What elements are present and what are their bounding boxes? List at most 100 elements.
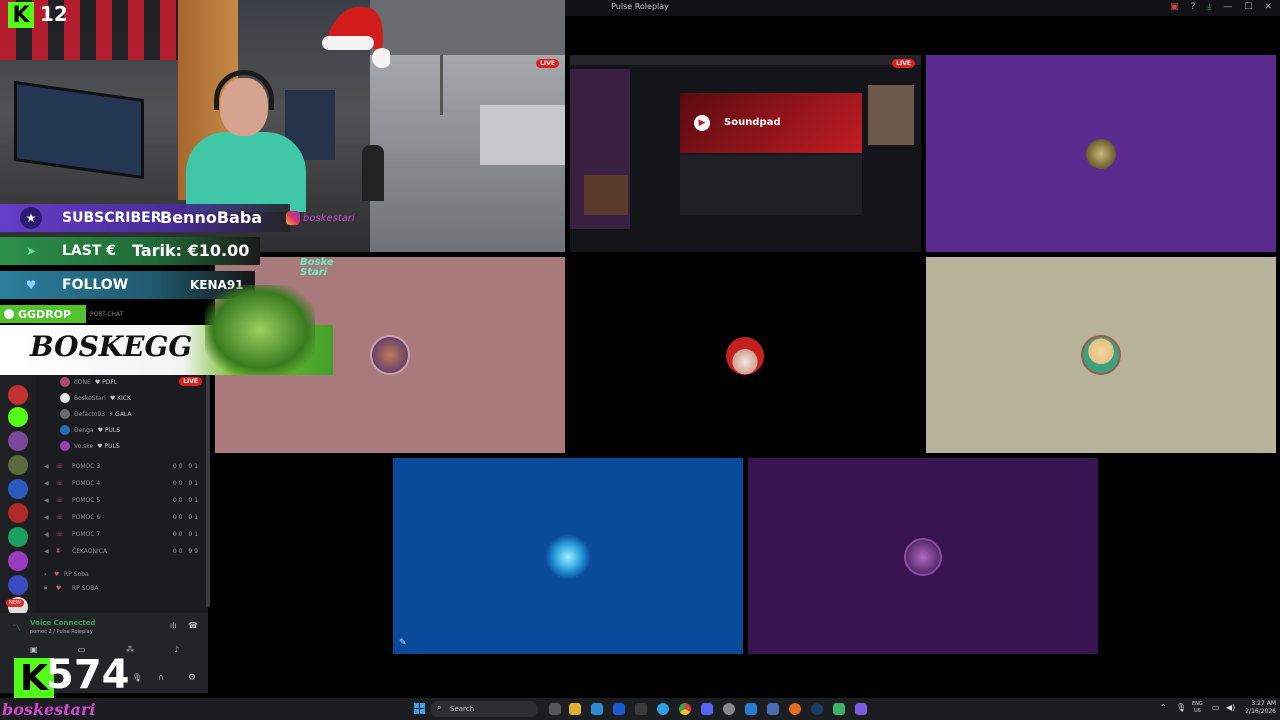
chevron-up-icon[interactable]: ⌃ — [1160, 703, 1167, 712]
windows-taskbar: ⌕ Search ⌃ 🎙︎ ENG US ▭ ◀) 3:27 AM 2/16/2… — [0, 698, 1280, 720]
heart-icon: ♥ — [25, 278, 37, 292]
voice-channel[interactable]: ◀ ☏ POMOC 3 00 01 — [44, 459, 204, 473]
voice-channel[interactable]: ◀ ☏ POMOC 6 00 01 — [44, 510, 204, 524]
participant-tile-6[interactable] — [748, 458, 1098, 654]
voice-location[interactable]: pomoc 2 / Pulse Roleplay — [30, 629, 93, 635]
instagram-icon — [286, 211, 300, 225]
app-icon[interactable] — [767, 703, 779, 715]
participant-tile-5[interactable]: ✎ — [393, 458, 743, 654]
close-button[interactable]: ✕ — [1264, 2, 1272, 12]
heart-icon: ♥ — [56, 584, 62, 592]
server-icon[interactable] — [8, 503, 28, 523]
mic-tray-icon[interactable]: 🎙︎ — [1176, 703, 1186, 712]
instagram-handle: boskestari — [286, 208, 366, 228]
alert-subscriber: ★ SUBSCRIBER BennoBaba — [0, 204, 290, 232]
voice-status: Voice Connected — [30, 619, 96, 627]
server-icon[interactable] — [8, 431, 28, 451]
voice-user[interactable]: dONE ♥ PDFL — [60, 375, 117, 389]
voice-channel[interactable]: ◀ ☏ POMOC 7 00 01 — [44, 527, 204, 541]
speaker-icon: ◀ — [44, 496, 49, 504]
phone-icon: ☏ — [56, 479, 64, 487]
settings-gear-icon[interactable]: ⚙ — [188, 673, 196, 683]
discord-icon[interactable] — [701, 703, 713, 715]
participant-tile-1[interactable] — [926, 55, 1276, 252]
app-icon[interactable] — [745, 703, 757, 715]
screen-share-icon[interactable]: ▣ — [1170, 2, 1179, 12]
file-explorer-icon[interactable] — [569, 703, 581, 715]
streamer-person — [150, 70, 320, 212]
kick-logo-icon: K — [8, 2, 34, 28]
channel-category[interactable]: › ♥ RP Soba — [44, 567, 204, 581]
voice-user[interactable]: Vo.ske ♥ PULS — [60, 439, 120, 453]
display-icon[interactable]: ▭ — [1212, 703, 1220, 712]
clock[interactable]: 3:27 AM 2/16/2026 — [1245, 700, 1276, 716]
server-icon[interactable] — [8, 527, 28, 547]
voice-channel[interactable]: ◀ ⧗ ČEKAONICA 00 99 — [44, 544, 204, 558]
disconnect-icon[interactable]: ☎ — [188, 621, 198, 630]
download-icon[interactable]: ⤓ — [1207, 2, 1211, 12]
voice-channel[interactable]: ◀ ☏ POMOC 4 00 01 — [44, 476, 204, 490]
help-icon[interactable]: ? — [1191, 2, 1196, 12]
signal-icon: 〽 — [12, 624, 22, 634]
chevron-right-icon: › — [44, 570, 47, 578]
participant-avatar — [370, 335, 410, 375]
speaker-tray-icon[interactable]: ◀) — [1226, 703, 1235, 712]
participant-tile-3[interactable] — [570, 257, 921, 453]
app-icon[interactable] — [635, 703, 647, 715]
headphones-icon[interactable]: ∩ — [158, 673, 164, 682]
channel-handle: boskestari — [2, 700, 96, 719]
language-indicator[interactable]: ENG US — [1192, 701, 1203, 715]
screenshare-content — [680, 155, 862, 215]
stream-tile-screenshare[interactable]: ▶ Soundpad LIVE — [570, 55, 921, 252]
speaker-icon: ◀ — [44, 513, 49, 521]
discord-header-fragment: PORT-CHAT — [90, 311, 124, 318]
alert-last-donation: ➤ LAST € Tarik: €10.00 — [0, 237, 260, 265]
app-icon[interactable] — [833, 703, 845, 715]
settings-icon[interactable] — [723, 703, 735, 715]
lock-icon: 🔒︎ — [44, 584, 48, 591]
server-icon[interactable] — [8, 407, 28, 427]
chrome-icon[interactable] — [679, 703, 691, 715]
game-view: LIVE — [362, 55, 565, 252]
voice-user[interactable]: Denga ♥ PULS — [60, 423, 120, 437]
voice-user[interactable]: BoskeStari ♥ KICK — [60, 391, 131, 405]
live-badge: LIVE — [179, 377, 202, 386]
locked-channel[interactable]: 🔒︎ ♥ RP SOBA — [44, 581, 204, 595]
app-icon[interactable] — [591, 703, 603, 715]
camera-icon[interactable]: ▣ — [30, 645, 38, 654]
kick-viewer-count: 12 — [40, 2, 68, 26]
start-icon[interactable] — [414, 703, 425, 714]
server-icon[interactable] — [8, 551, 28, 571]
discord-channel-list: LIVE dONE ♥ PDFL BoskeStari ♥ KICK Defacto… — [36, 375, 208, 613]
maximize-button[interactable]: ☐ — [1244, 2, 1252, 12]
voice-channel[interactable]: ◀ ☏ POMOC 5 00 01 — [44, 493, 204, 507]
speaker-icon: ◀ — [44, 547, 49, 555]
server-icon[interactable] — [8, 455, 28, 475]
mic-icon[interactable]: 🎙︎ — [132, 673, 142, 682]
participant-tile-4[interactable] — [926, 257, 1276, 453]
server-icon[interactable] — [8, 575, 28, 595]
app-icon[interactable] — [855, 703, 867, 715]
task-view-icon[interactable] — [549, 703, 561, 715]
telegram-icon[interactable] — [657, 703, 669, 715]
taskbar-search[interactable]: ⌕ Search — [430, 701, 538, 717]
server-icon[interactable] — [8, 385, 28, 405]
minimize-button[interactable]: — — [1223, 2, 1232, 12]
noise-suppression-icon[interactable]: ılı — [170, 621, 177, 630]
firefox-icon[interactable] — [789, 703, 801, 715]
santa-hat-icon — [322, 6, 390, 68]
server-icon[interactable] — [8, 479, 28, 499]
muted-icon: ✎ — [399, 638, 407, 648]
channel-scrollbar[interactable] — [206, 375, 210, 607]
app-icon[interactable] — [613, 703, 625, 715]
browser-tabbar — [570, 55, 921, 65]
participant-avatar — [1086, 139, 1116, 169]
boske-stari-sticker: Boske Stari — [300, 257, 334, 278]
screenshare-thumbnail — [868, 85, 914, 145]
soundboard-icon[interactable]: ♪ — [174, 645, 179, 654]
participant-avatar — [726, 337, 764, 375]
steam-icon[interactable] — [811, 703, 823, 715]
star-icon: ★ — [20, 207, 42, 229]
voice-user[interactable]: Defacto93 ⚡ GALA — [60, 407, 132, 421]
search-icon: ⌕ — [437, 703, 442, 712]
